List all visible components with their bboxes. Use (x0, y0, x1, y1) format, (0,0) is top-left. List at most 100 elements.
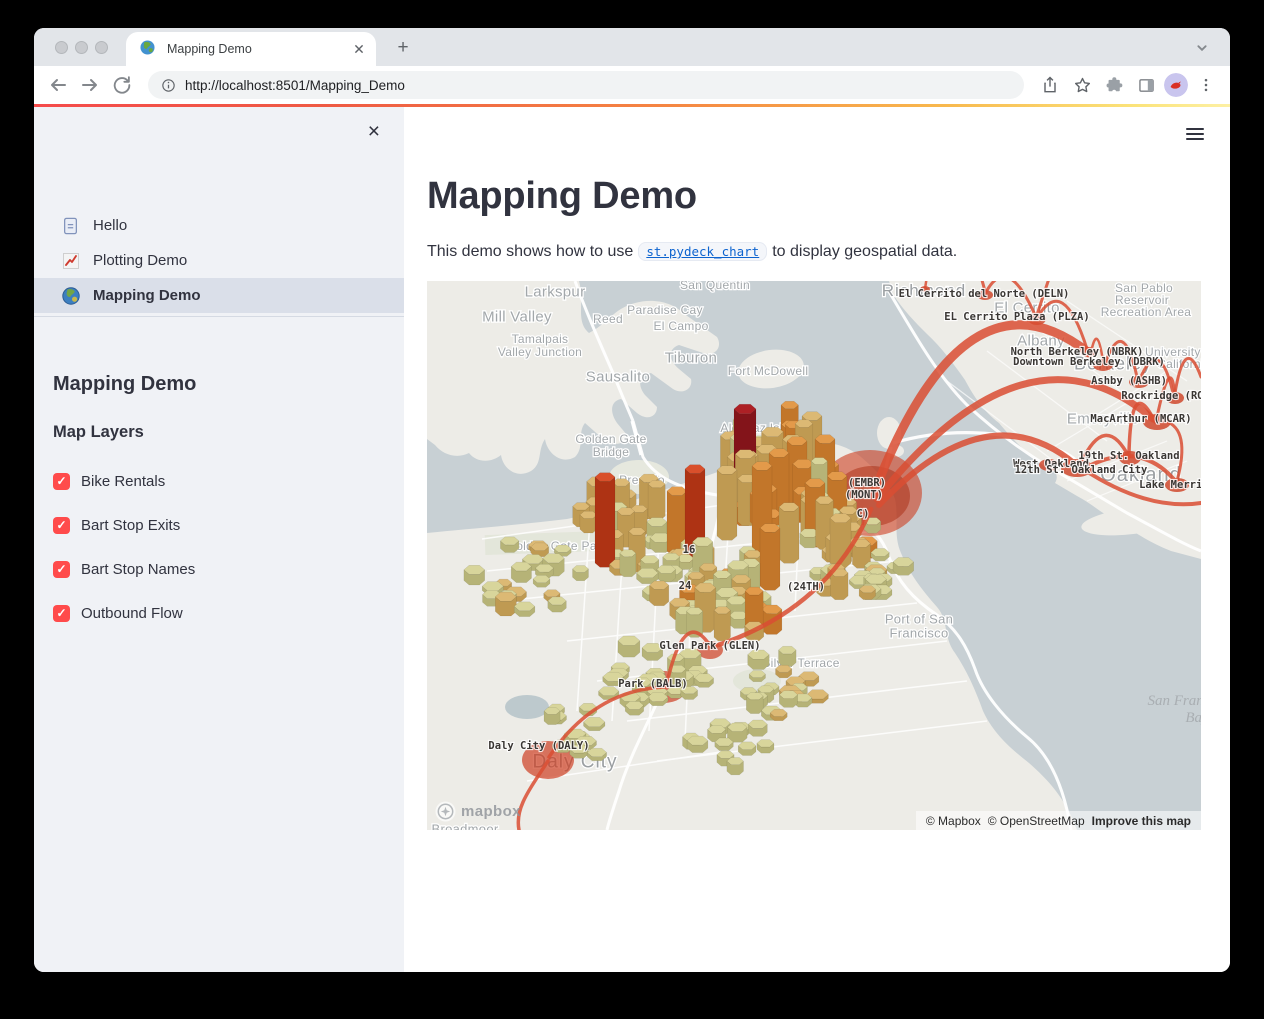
svg-text:19th St. Oakland: 19th St. Oakland (1078, 450, 1179, 462)
favicon-globe-icon (140, 40, 158, 58)
tab-strip: Mapping Demo + (34, 28, 1230, 66)
svg-text:(24TH): (24TH) (787, 581, 825, 593)
svg-text:San Quentin: San Quentin (680, 281, 750, 292)
svg-text:Golden Gate: Golden Gate (575, 432, 646, 446)
site-info-icon[interactable] (160, 77, 177, 94)
svg-text:Bridge: Bridge (593, 445, 630, 459)
svg-text:24: 24 (679, 580, 692, 592)
extensions-puzzle-icon[interactable] (1100, 71, 1128, 99)
svg-text:Recreation Area: Recreation Area (1101, 305, 1192, 319)
checkbox-bike-rentals[interactable]: ✓ Bike Rentals (53, 471, 404, 491)
browser-window: Mapping Demo + (34, 28, 1230, 972)
attribution-mapbox-link[interactable]: © Mapbox (926, 814, 981, 828)
window-controls (55, 41, 108, 54)
chart-icon (62, 252, 80, 270)
svg-text:Tiburon: Tiburon (665, 349, 717, 366)
minimize-window-button[interactable] (75, 41, 88, 54)
svg-text:(EMBR): (EMBR) (848, 477, 886, 489)
intro-text: This demo shows how to usest.pydeck_char… (427, 243, 1230, 261)
main-content: Mapping Demo This demo shows how to uses… (404, 107, 1230, 972)
page-title: Mapping Demo (427, 173, 1230, 219)
tab-close-icon[interactable] (350, 40, 368, 58)
svg-text:Lake Merritt: Lake Merritt (1139, 479, 1201, 491)
svg-text:San Francisco: San Francisco (1147, 693, 1201, 709)
svg-text:Daly City (DALY): Daly City (DALY) (488, 740, 589, 752)
mapbox-logo[interactable]: mapbox (435, 801, 521, 822)
svg-text:Park (BALB): Park (BALB) (618, 678, 688, 690)
map-svg: San Quentin Larkspur Mill Valley Reed Paradi… (427, 281, 1201, 830)
new-tab-button[interactable]: + (390, 35, 416, 61)
url-text: http://localhost:8501/Mapping_Demo (185, 78, 405, 93)
svg-text:Paradise Cay: Paradise Cay (627, 303, 703, 317)
chevron-down-icon[interactable] (1190, 36, 1214, 60)
checkbox-outbound-flow[interactable]: ✓ Outbound Flow (53, 603, 404, 623)
attribution-osm-link[interactable]: © OpenStreetMap (988, 814, 1085, 828)
checkbox-bart-stop-names[interactable]: ✓ Bart Stop Names (53, 559, 404, 579)
map-attribution: © Mapbox © OpenStreetMap Improve this ma… (916, 811, 1201, 830)
svg-text:Rockridge (ROCK): Rockridge (ROCK) (1121, 390, 1201, 402)
bookmark-star-icon[interactable] (1068, 71, 1096, 99)
streamlit-app: × Hello Plotting Demo (34, 107, 1230, 972)
svg-text:Ashby (ASHB): Ashby (ASHB) (1091, 375, 1167, 387)
svg-text:Francisco: Francisco (889, 626, 948, 641)
mapbox-logo-icon (435, 801, 456, 822)
checkbox-bart-stop-exits[interactable]: ✓ Bart Stop Exits (53, 515, 404, 535)
sidebar-nav: Hello Plotting Demo Mapping Demo (34, 208, 404, 313)
svg-text:Broadmoor: Broadmoor (431, 822, 498, 830)
profile-avatar[interactable] (1164, 73, 1188, 97)
svg-text:Downtown Berkeley (DBRK): Downtown Berkeley (DBRK) (1013, 356, 1165, 368)
improve-this-map-link[interactable]: Improve this map (1092, 814, 1191, 828)
reload-icon[interactable] (108, 71, 136, 99)
maximize-window-button[interactable] (95, 41, 108, 54)
svg-text:12th St. Oakland City: 12th St. Oakland City (1015, 464, 1148, 476)
tab-title: Mapping Demo (167, 42, 341, 56)
sidebar-item-mapping-demo[interactable]: Mapping Demo (34, 278, 404, 313)
sidebar-item-label: Hello (93, 217, 127, 234)
share-icon[interactable] (1036, 71, 1064, 99)
mapbox-logo-text: mapbox (461, 803, 521, 820)
svg-text:Tamalpais: Tamalpais (512, 332, 569, 346)
sidebar-item-hello[interactable]: Hello (34, 208, 404, 243)
checkbox-checked-icon: ✓ (53, 517, 70, 534)
globe-icon (62, 287, 80, 305)
svg-text:El Cerrito del Norte (DELN): El Cerrito del Norte (DELN) (899, 288, 1070, 300)
sidebar-title: Mapping Demo (53, 371, 404, 397)
svg-text:Bay: Bay (1185, 710, 1201, 726)
checkbox-checked-icon: ✓ (53, 605, 70, 622)
sidebar-item-plotting-demo[interactable]: Plotting Demo (34, 243, 404, 278)
sidebar-section-map-layers: Map Layers (53, 421, 404, 443)
svg-text:Fort McDowell: Fort McDowell (728, 364, 809, 378)
close-window-button[interactable] (55, 41, 68, 54)
checkbox-checked-icon: ✓ (53, 473, 70, 490)
side-panel-icon[interactable] (1132, 71, 1160, 99)
sidebar-close-button[interactable]: × (368, 121, 380, 142)
app-menu-button[interactable] (1186, 125, 1204, 143)
svg-text:Silver Terrace: Silver Terrace (762, 656, 839, 670)
svg-text:Port of San: Port of San (885, 612, 953, 627)
svg-text:Glen Park (GLEN): Glen Park (GLEN) (659, 640, 760, 652)
svg-text:(MONT): (MONT) (845, 489, 883, 501)
svg-text:Sausalito: Sausalito (586, 368, 650, 385)
forward-icon[interactable] (76, 71, 104, 99)
pydeck-chart-code-link[interactable]: st.pydeck_chart (638, 242, 767, 261)
document-icon (62, 217, 80, 235)
svg-text:Reed: Reed (593, 312, 623, 326)
svg-text:El Campo: El Campo (653, 319, 708, 333)
sidebar-divider (34, 316, 404, 317)
pydeck-map[interactable]: San Quentin Larkspur Mill Valley Reed Paradi… (427, 281, 1201, 830)
desktop-background: Mapping Demo + (0, 0, 1264, 1019)
url-bar[interactable]: http://localhost:8501/Mapping_Demo (148, 71, 1024, 99)
svg-text:Mill Valley: Mill Valley (482, 308, 552, 325)
sidebar: × Hello Plotting Demo (34, 107, 404, 972)
svg-text:EL Cerrito Plaza (PLZA): EL Cerrito Plaza (PLZA) (944, 311, 1089, 323)
sidebar-item-label: Plotting Demo (93, 252, 187, 269)
checkbox-checked-icon: ✓ (53, 561, 70, 578)
back-icon[interactable] (44, 71, 72, 99)
browser-menu-dots-icon[interactable] (1192, 71, 1220, 99)
svg-text:MacArthur (MCAR): MacArthur (MCAR) (1090, 413, 1191, 425)
svg-text:Larkspur: Larkspur (525, 283, 586, 300)
svg-text:C): C) (857, 508, 870, 520)
svg-text:16: 16 (683, 544, 696, 556)
sidebar-item-label: Mapping Demo (93, 287, 201, 304)
browser-tab[interactable]: Mapping Demo (126, 32, 376, 66)
